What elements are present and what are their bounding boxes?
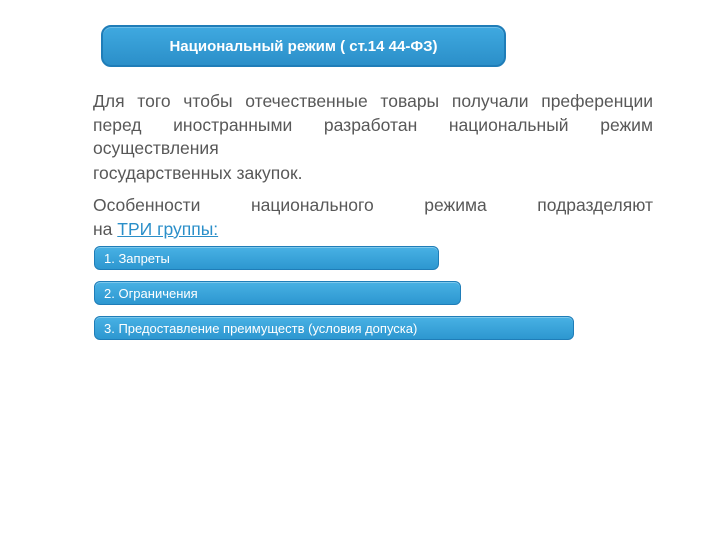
group-item-2-label: 2. Ограничения <box>104 286 198 301</box>
paragraph-1-end: государственных закупок. <box>93 162 653 186</box>
slide-title: Национальный режим ( ст.14 44-ФЗ) <box>169 38 437 55</box>
slide-title-box: Национальный режим ( ст.14 44-ФЗ) <box>101 25 506 67</box>
paragraph-1-lines: Для того чтобы отечественные товары полу… <box>93 90 653 161</box>
paragraph-2-prefix: на <box>93 219 117 239</box>
paragraph-2-line1: Особенности национального режима подразд… <box>93 194 653 218</box>
group-item-2: 2. Ограничения <box>94 281 461 305</box>
group-item-3: 3. Предоставление преимуществ (условия д… <box>94 316 574 340</box>
three-groups-link: ТРИ группы: <box>117 219 218 239</box>
paragraph-2-line2: на ТРИ группы: <box>93 218 653 242</box>
group-item-1: 1. Запреты <box>94 246 439 270</box>
group-item-1-label: 1. Запреты <box>104 251 170 266</box>
group-item-3-label: 3. Предоставление преимуществ (условия д… <box>104 321 417 336</box>
